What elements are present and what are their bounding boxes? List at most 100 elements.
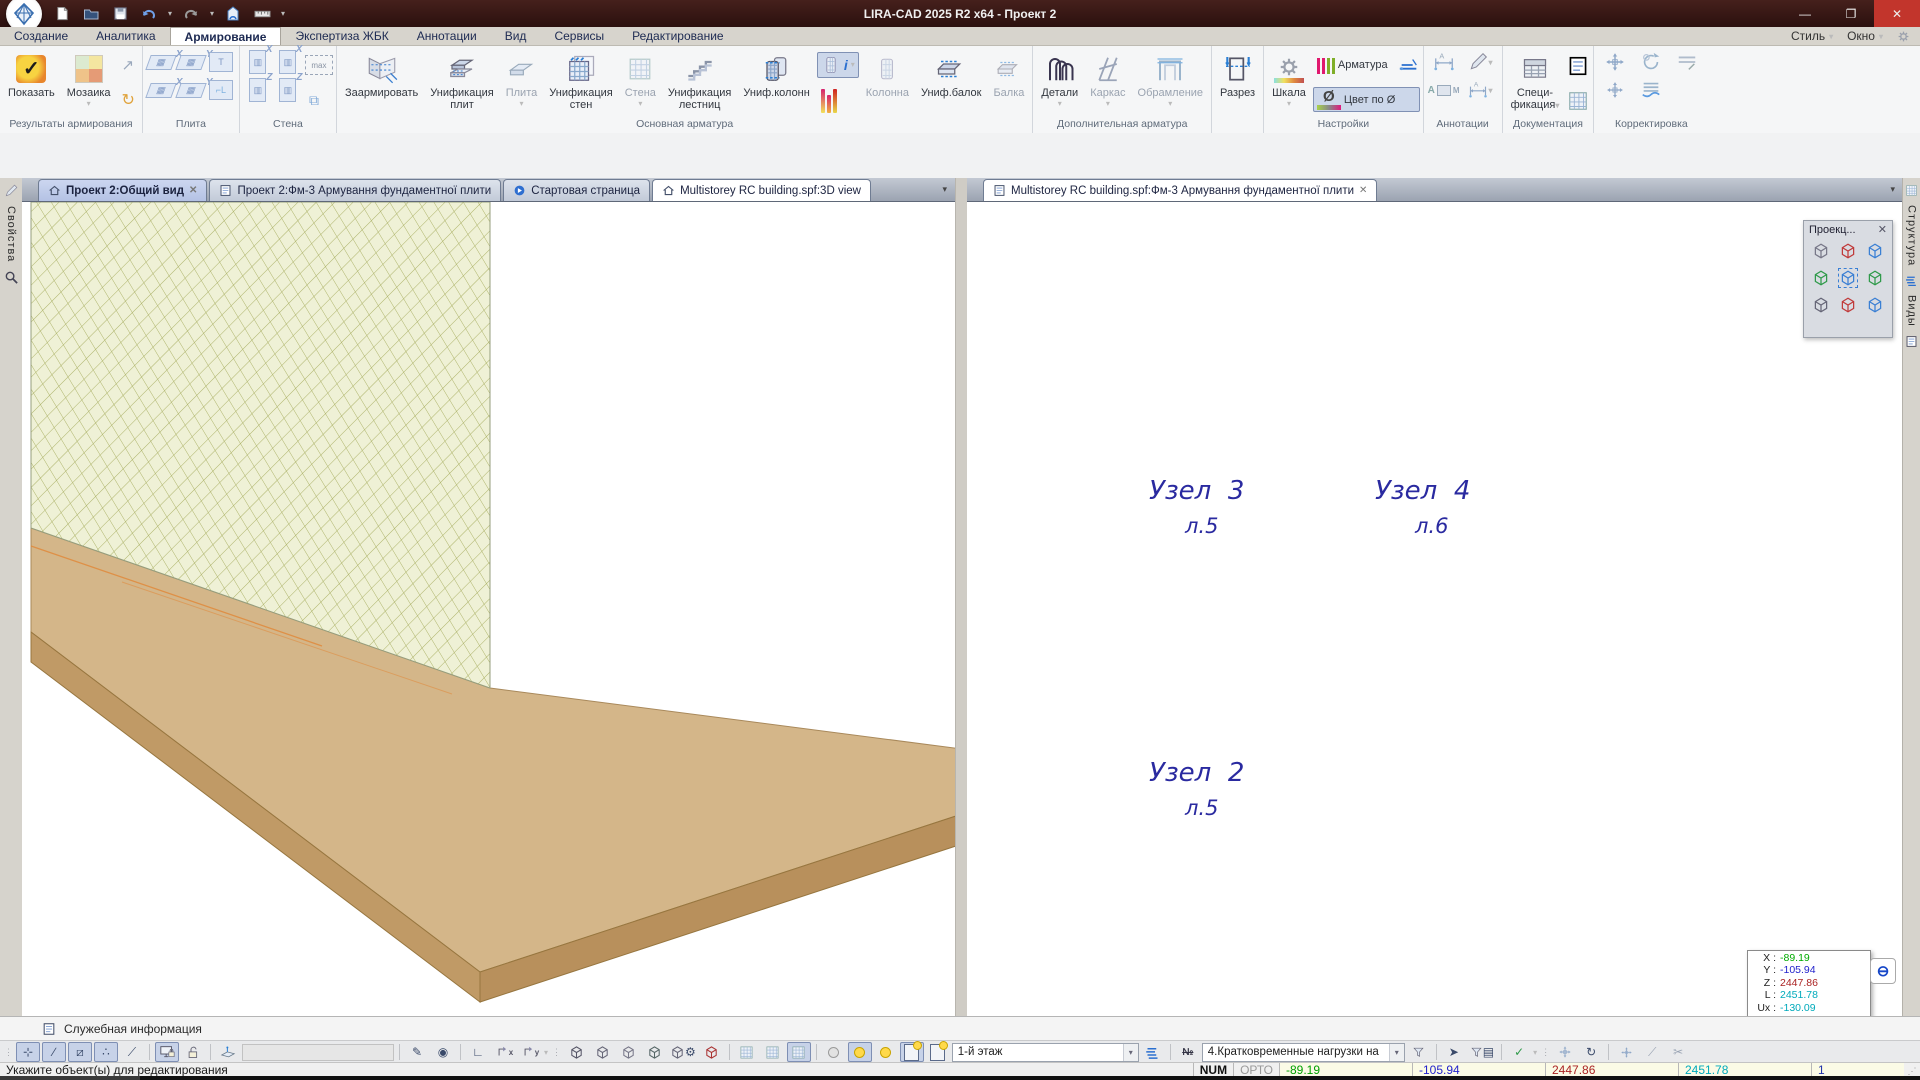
table-filter-button[interactable]: ▤ [1468, 1042, 1496, 1062]
3d-viewport[interactable] [22, 202, 955, 1016]
elevation-input[interactable] [242, 1044, 394, 1061]
drawing-sheet-icon[interactable] [1566, 55, 1590, 77]
tab-services[interactable]: Сервисы [540, 27, 618, 45]
move-node-icon[interactable] [1605, 80, 1627, 100]
slab-rebar-x-bottom-icon[interactable]: ▦X [145, 83, 176, 98]
view-side-button[interactable] [616, 1042, 640, 1062]
redo-icon[interactable] [181, 4, 201, 24]
rotate-view-button[interactable]: ↻ [1579, 1042, 1603, 1062]
view-settings-button[interactable]: ⚙ [668, 1042, 698, 1062]
right-tab-list-icon[interactable]: ▾ [1890, 184, 1895, 195]
lamp-button[interactable] [874, 1042, 898, 1062]
slab-rebar-y-bottom-icon[interactable]: ▦Y [175, 83, 206, 98]
snap-points-button[interactable]: ∴ [94, 1042, 118, 1062]
column-info-button[interactable]: i▾ [817, 52, 859, 78]
doc-tab-start-page[interactable]: Стартовая страница [503, 179, 650, 201]
ortho-corner-button[interactable]: ∟ [466, 1042, 490, 1062]
service-info-bar[interactable]: Служебная информация [0, 1016, 1920, 1041]
copy-rebar-icon[interactable] [1639, 51, 1663, 73]
window-menu[interactable]: Окно▾ [1847, 29, 1883, 43]
pan-mode-button[interactable]: ⊖ [1870, 958, 1896, 984]
wall-visibility-button[interactable] [735, 1042, 759, 1062]
scale-button[interactable]: Шкала▾ [1267, 48, 1311, 118]
doc-tab-3d-view[interactable]: Multistorey RC building.spf:3D view [652, 179, 871, 201]
wall-rebar-x2-icon[interactable]: X▥ [279, 50, 296, 74]
floor-select[interactable]: 1-й этаж▾ [952, 1043, 1139, 1062]
proj-iso-icon[interactable] [1809, 239, 1833, 263]
select-filter-button[interactable]: ➤ [1442, 1042, 1466, 1062]
slab-button[interactable]: Плита▾ [501, 48, 543, 118]
projection-close-icon[interactable]: ✕ [1878, 223, 1887, 236]
measure-icon[interactable] [252, 4, 272, 24]
rebar-layer-icon[interactable] [1398, 57, 1420, 73]
proj-top-icon[interactable] [1836, 239, 1860, 263]
open-file-icon[interactable] [81, 4, 101, 24]
save-icon[interactable] [110, 4, 130, 24]
tab-analytics[interactable]: Аналитика [82, 27, 169, 45]
wall-rebar-z1-icon[interactable]: Z▥ [249, 78, 266, 102]
proj-bottom-icon[interactable] [1836, 293, 1860, 317]
unlock-plane-button[interactable] [181, 1042, 205, 1062]
specification-button[interactable]: Специ- фикация▾ [1506, 48, 1565, 118]
rebar-list-icon[interactable] [1639, 79, 1663, 101]
break-line-button[interactable]: ✂ [1666, 1042, 1690, 1062]
rotate-ucs-x-button[interactable]: x [492, 1042, 516, 1062]
doc-tab-fm3-left[interactable]: Проект 2:Фм-3 Армування фундаментної пли… [209, 179, 501, 201]
erase-rebar-icon[interactable] [1675, 51, 1699, 73]
slab-corner-icon[interactable]: ⌐L [209, 80, 233, 100]
apply-check-button[interactable]: ✓ [1507, 1042, 1531, 1062]
structure-tab[interactable]: Структура [1906, 205, 1918, 266]
tab-editing[interactable]: Редактирование [618, 27, 737, 45]
proj-current-icon[interactable] [1836, 266, 1860, 290]
resize-zone-icon[interactable]: ⧉ [305, 90, 333, 111]
wall-rebar-z2-icon[interactable]: Z▥ [279, 78, 296, 102]
element-light-button[interactable] [900, 1042, 924, 1062]
toolbar-grip[interactable]: ⋮ [552, 1047, 560, 1058]
move-points-button[interactable] [1614, 1042, 1638, 1062]
load-filter-button[interactable] [1407, 1042, 1431, 1062]
minimize-button[interactable]: — [1782, 0, 1828, 27]
edit-polyline-button[interactable]: ⟋ [1640, 1042, 1664, 1062]
tab-annotations[interactable]: Аннотации [403, 27, 491, 45]
toolbar-grip[interactable]: ⋮ [4, 1047, 12, 1058]
move-view-button[interactable] [1553, 1042, 1577, 1062]
color-by-diameter-button[interactable]: Ø Цвет по Ø [1313, 87, 1420, 112]
unify-walls-button[interactable]: Унификация стен [544, 48, 617, 118]
toolbar-grip[interactable]: ⋮ [1541, 1047, 1549, 1058]
trace-arrow-button[interactable]: ↗ [118, 54, 139, 76]
cage-button[interactable]: Каркас▾ [1085, 48, 1130, 118]
view-clip-button[interactable] [700, 1042, 724, 1062]
unify-beams-button[interactable]: Униф.балок [916, 48, 986, 118]
undo-dropdown-icon[interactable]: ▾ [168, 9, 172, 18]
unify-columns-button[interactable]: Униф.колонн [738, 48, 814, 118]
snap-guides-button[interactable]: ⧄ [68, 1042, 92, 1062]
snap-grid-button[interactable]: ⊹ [16, 1042, 40, 1062]
draw-line-button[interactable]: ✎ [405, 1042, 429, 1062]
load-case-select[interactable]: 4.Кратковременные нагрузки на▾ [1202, 1043, 1405, 1062]
node-dimension-button[interactable]: ▾ [1467, 80, 1493, 100]
properties-tab[interactable]: Свойства [5, 206, 17, 262]
help-icon[interactable] [1897, 30, 1910, 43]
undo-icon[interactable] [139, 4, 159, 24]
section-button[interactable]: Разрез [1215, 48, 1260, 118]
floor-layers-button[interactable] [1141, 1042, 1165, 1062]
mesh-visibility-button[interactable] [787, 1042, 811, 1062]
numbers-toggle-button[interactable]: № [1176, 1042, 1200, 1062]
doc-tab-fm3-right[interactable]: Multistorey RC building.spf:Фм-3 Армуван… [983, 179, 1377, 201]
structure-panel-icon[interactable] [1905, 184, 1918, 197]
proj-right-icon[interactable] [1863, 266, 1887, 290]
dimension-icon[interactable] [1432, 51, 1456, 73]
refresh-results-button[interactable]: ↻ [118, 88, 139, 112]
proj-dimetric-icon[interactable] [1863, 293, 1887, 317]
left-tab-list-icon[interactable]: ▾ [942, 184, 947, 195]
slab-punching-icon[interactable]: Т [209, 52, 233, 72]
sheet-grid-icon[interactable] [1566, 90, 1590, 112]
box-light-button[interactable] [926, 1042, 950, 1062]
snap-line-button[interactable]: ∕ [42, 1042, 66, 1062]
maximize-button[interactable]: ❐ [1828, 0, 1874, 27]
workplane-button[interactable] [216, 1042, 240, 1062]
update-model-icon[interactable] [223, 4, 243, 24]
tab-creation[interactable]: Создание [0, 27, 82, 45]
plan-viewport[interactable] [967, 202, 1903, 1016]
ucs-more-icon[interactable]: ▾ [544, 1048, 548, 1057]
